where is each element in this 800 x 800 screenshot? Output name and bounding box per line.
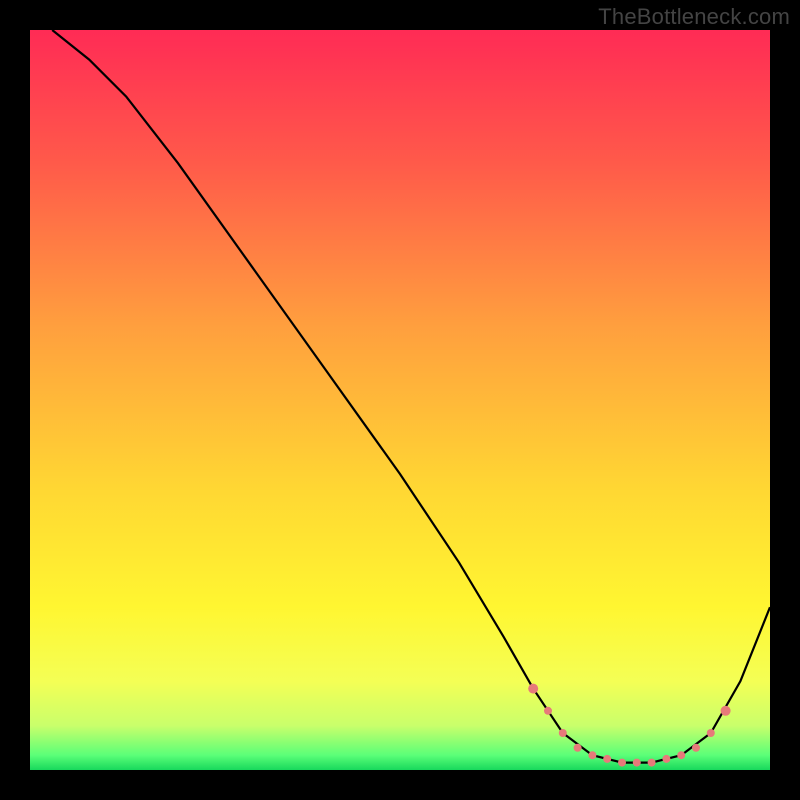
valley-marker — [544, 707, 552, 715]
watermark-text: TheBottleneck.com — [598, 4, 790, 30]
gradient-background — [30, 30, 770, 770]
valley-marker — [618, 759, 626, 767]
valley-marker — [574, 744, 582, 752]
plot-area — [30, 30, 770, 770]
valley-marker — [559, 729, 567, 737]
valley-marker — [692, 744, 700, 752]
valley-marker — [648, 759, 656, 767]
valley-marker — [528, 684, 538, 694]
valley-marker — [707, 729, 715, 737]
valley-marker — [603, 755, 611, 763]
chart-container: TheBottleneck.com — [0, 0, 800, 800]
valley-marker — [721, 706, 731, 716]
valley-marker — [662, 755, 670, 763]
valley-marker — [588, 751, 596, 759]
valley-marker — [633, 759, 641, 767]
valley-marker — [677, 751, 685, 759]
chart-svg — [30, 30, 770, 770]
